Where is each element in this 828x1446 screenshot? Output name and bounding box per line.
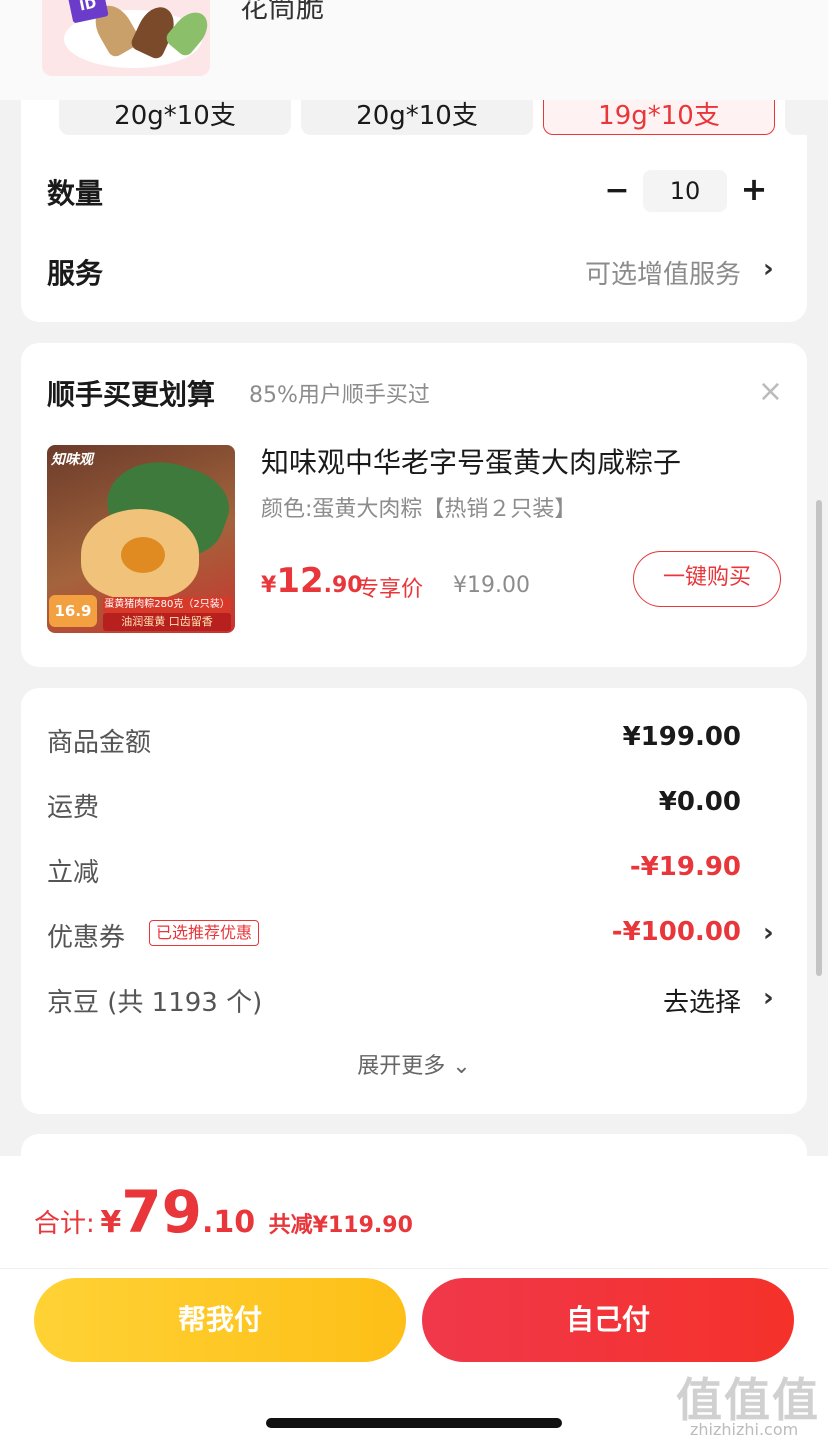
- upsell-subtitle: 85%用户顺手买过: [249, 383, 430, 408]
- image-banner: 蛋黄猪肉粽280克（2只装）: [103, 597, 231, 613]
- order-summary-card: 商品金额 ¥199.00 运费 ¥0.00 立减 -¥19.90 优惠券 已选推…: [21, 688, 807, 1114]
- total-label: 合计:: [34, 1209, 95, 1239]
- spec-option[interactable]: [785, 100, 807, 135]
- summary-value: ¥0.00: [658, 787, 741, 817]
- self-pay-button[interactable]: 自己付: [422, 1278, 794, 1362]
- price-tag: 专享价: [357, 577, 424, 602]
- quantity-increase-button[interactable]: +: [739, 172, 769, 208]
- summary-label: 立减: [47, 858, 100, 888]
- total-saved: 共减¥119.90: [268, 1213, 413, 1238]
- original-price: ¥19.00: [453, 573, 530, 598]
- home-indicator[interactable]: [266, 1418, 562, 1428]
- spec-option-selected[interactable]: 19g*10支: [543, 100, 775, 135]
- yolk-shape: [121, 537, 165, 573]
- upsell-product-price: ¥12.90: [261, 561, 363, 601]
- total-integer: 79: [121, 1178, 202, 1246]
- quantity-input[interactable]: 10: [643, 170, 727, 212]
- quantity-decrease-button[interactable]: −: [603, 174, 631, 210]
- close-icon[interactable]: ×: [758, 377, 783, 407]
- total-decimal: .10: [201, 1205, 256, 1240]
- spec-card: 20g*10支 20g*10支 19g*10支 数量 − 10 + 服务 可选增…: [21, 100, 807, 322]
- price-currency: ¥: [261, 573, 277, 598]
- spec-option[interactable]: 20g*10支: [301, 100, 533, 135]
- help-pay-button[interactable]: 帮我付: [34, 1278, 406, 1362]
- jingdou-value[interactable]: 去选择: [663, 982, 741, 1019]
- expand-more-button[interactable]: 展开更多 ⌄: [21, 1048, 807, 1080]
- upsell-title: 顺手买更划算: [47, 378, 216, 411]
- chevron-right-icon[interactable]: ›: [763, 254, 774, 284]
- image-price-badge: 16.9: [49, 595, 97, 627]
- scrollbar[interactable]: [816, 500, 822, 976]
- summary-label: 商品金额: [47, 728, 152, 758]
- product-title-fragment: 花筒脆: [240, 0, 325, 24]
- service-label: 服务: [47, 257, 104, 290]
- upsell-product-spec: 颜色:蛋黄大肉粽【热销２只装】: [261, 497, 577, 522]
- one-click-buy-button[interactable]: 一键购买: [633, 551, 781, 607]
- total-amount: 合计: ¥79.10 共减¥119.90: [34, 1178, 413, 1246]
- spec-options: 20g*10支 20g*10支 19g*10支: [21, 100, 807, 136]
- summary-value: ¥199.00: [622, 722, 741, 752]
- upsell-product-name[interactable]: 知味观中华老字号蛋黄大肉咸粽子: [261, 441, 681, 481]
- chevron-right-icon[interactable]: ›: [763, 918, 774, 948]
- product-thumbnail[interactable]: ID: [42, 0, 210, 76]
- image-brand: 知味观: [51, 452, 93, 468]
- upsell-product-image[interactable]: 知味观 16.9 蛋黄猪肉粽280克（2只装） 油润蛋黄 口齿留香: [47, 445, 235, 633]
- service-value[interactable]: 可选增值服务: [585, 254, 741, 291]
- watermark-url: zhizhizhi.com: [690, 1420, 799, 1439]
- quantity-label: 数量: [47, 177, 104, 210]
- summary-label: 运费: [47, 793, 100, 823]
- coupon-label[interactable]: 优惠券: [47, 917, 125, 954]
- price-integer: 12: [276, 561, 324, 601]
- chevron-right-icon[interactable]: ›: [763, 983, 774, 1013]
- image-banner: 油润蛋黄 口齿留香: [103, 613, 231, 631]
- coupon-value[interactable]: -¥100.00: [612, 917, 741, 947]
- jingdou-label[interactable]: 京豆 (共 1193 个): [47, 982, 262, 1019]
- spec-option[interactable]: 20g*10支: [59, 100, 291, 135]
- discount-value: -¥19.90: [629, 852, 741, 882]
- upsell-card: 顺手买更划算 85%用户顺手买过 × 知味观 16.9 蛋黄猪肉粽280克（2只…: [21, 343, 807, 667]
- divider: [0, 1268, 828, 1269]
- total-currency: ¥: [100, 1205, 122, 1240]
- coupon-tag: 已选推荐优惠: [149, 920, 260, 946]
- product-header: ID 花筒脆: [0, 0, 828, 100]
